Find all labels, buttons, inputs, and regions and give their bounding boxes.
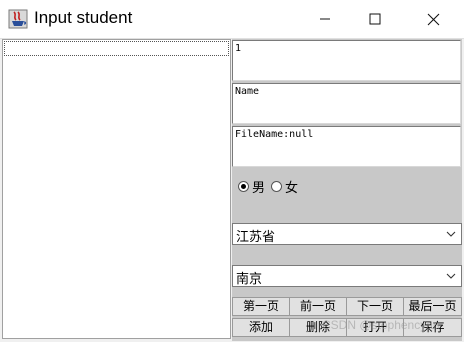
save-button[interactable]: 保存 bbox=[403, 318, 462, 337]
gender-female-radio[interactable] bbox=[271, 180, 283, 192]
title-bar: Input student bbox=[0, 0, 464, 39]
student-list[interactable] bbox=[2, 39, 231, 339]
window-title: Input student bbox=[34, 8, 133, 27]
app-window: Input student 1 Name FileName:null 男 女 江… bbox=[0, 0, 464, 342]
gender-male-radio[interactable] bbox=[238, 180, 249, 192]
gender-radio-group: 男 女 bbox=[238, 177, 304, 196]
first-page-button[interactable]: 第一页 bbox=[232, 297, 290, 316]
list-item-focused[interactable] bbox=[4, 41, 229, 56]
chevron-down-icon bbox=[446, 231, 456, 237]
delete-button[interactable]: 删除 bbox=[289, 318, 347, 337]
add-button[interactable]: 添加 bbox=[232, 318, 290, 337]
city-select[interactable]: 南京 bbox=[232, 265, 462, 287]
chevron-down-icon bbox=[446, 273, 456, 279]
filename-field[interactable]: FileName:null bbox=[232, 126, 461, 167]
province-select[interactable]: 江苏省 bbox=[232, 223, 462, 245]
prev-page-button[interactable]: 前一页 bbox=[289, 297, 347, 316]
minimize-icon bbox=[320, 18, 330, 20]
city-value: 南京 bbox=[236, 272, 263, 287]
java-app-icon bbox=[8, 9, 28, 29]
maximize-icon bbox=[369, 13, 381, 25]
next-page-button[interactable]: 下一页 bbox=[346, 297, 404, 316]
close-icon bbox=[427, 13, 439, 25]
maximize-button[interactable] bbox=[352, 0, 398, 38]
open-button[interactable]: 打开 bbox=[346, 318, 404, 337]
name-field[interactable]: Name bbox=[232, 83, 461, 124]
minimize-button[interactable] bbox=[302, 0, 348, 38]
id-field[interactable]: 1 bbox=[232, 40, 461, 81]
form-panel: 1 Name FileName:null 男 女 江苏省 南京 第一页 前一页 … bbox=[232, 39, 462, 341]
gender-male-label: 男 bbox=[252, 180, 266, 196]
province-value: 江苏省 bbox=[236, 230, 276, 245]
gender-female-label: 女 bbox=[285, 180, 299, 196]
close-button[interactable] bbox=[410, 0, 456, 38]
last-page-button[interactable]: 最后一页 bbox=[403, 297, 462, 316]
